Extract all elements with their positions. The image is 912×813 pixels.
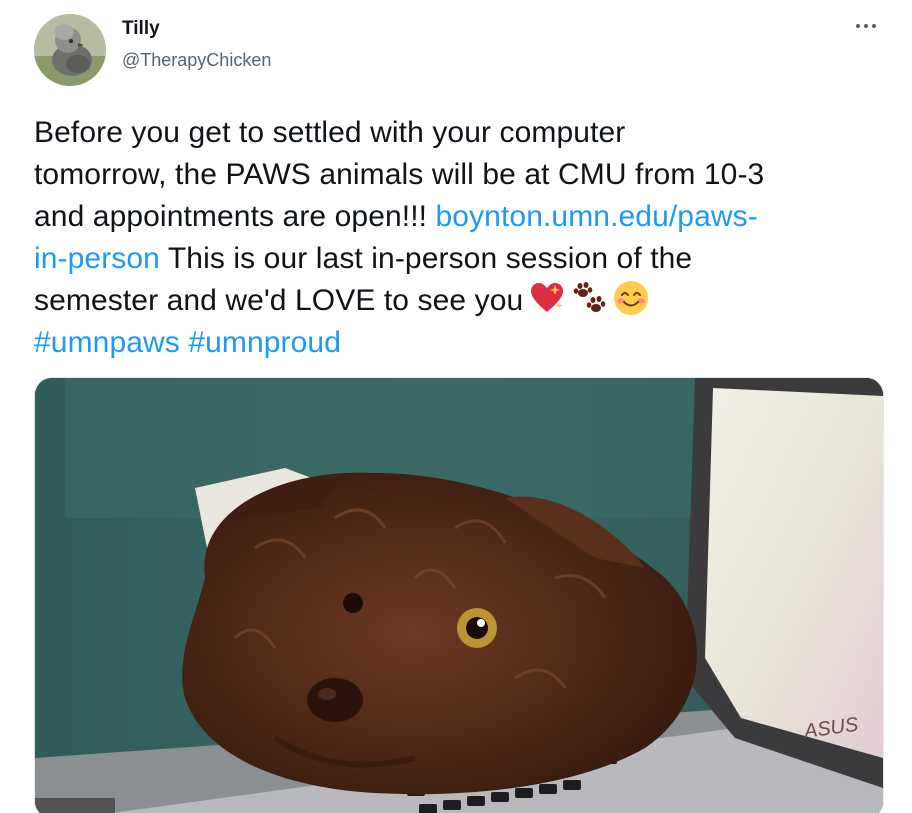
- sparkling-heart-emoji: [529, 280, 565, 316]
- hashtags[interactable]: #umnpaws #umnproud: [34, 322, 884, 364]
- tweet-text-segment: and appointments are open!!!: [34, 200, 436, 233]
- dot-icon: [864, 24, 868, 28]
- author-handle[interactable]: @TherapyChicken: [122, 50, 271, 71]
- tweet-card: Tilly @TherapyChicken Before you get to …: [0, 0, 912, 813]
- tweet-line: semester and we'd LOVE to see you: [34, 280, 884, 322]
- dot-icon: [856, 24, 860, 28]
- smiling-face-emoji: [613, 280, 649, 316]
- tweet-line: tomorrow, the PAWS animals will be at CM…: [34, 158, 765, 191]
- author-name[interactable]: Tilly: [122, 18, 160, 40]
- more-options-icon[interactable]: [850, 14, 882, 38]
- tweet-text-segment: semester and we'd LOVE to see you: [34, 284, 524, 317]
- tweet-link-continued[interactable]: in-person: [34, 242, 160, 275]
- tweet-text-segment: This is our last in-person session of th…: [159, 242, 693, 275]
- tweet-text: Before you get to settled with your comp…: [34, 112, 884, 364]
- dot-icon: [872, 24, 876, 28]
- dog-on-laptop-photo[interactable]: ASUS: [34, 377, 884, 813]
- paw-prints-emoji: [571, 280, 607, 316]
- tweet-link[interactable]: boynton.umn.edu/paws-: [436, 200, 758, 233]
- tweet-line: and appointments are open!!! boynton.umn…: [34, 196, 884, 238]
- tweet-line: Before you get to settled with your comp…: [34, 116, 626, 149]
- tweet-line: in-person This is our last in-person ses…: [34, 238, 884, 280]
- chicken-avatar-icon[interactable]: [34, 14, 106, 86]
